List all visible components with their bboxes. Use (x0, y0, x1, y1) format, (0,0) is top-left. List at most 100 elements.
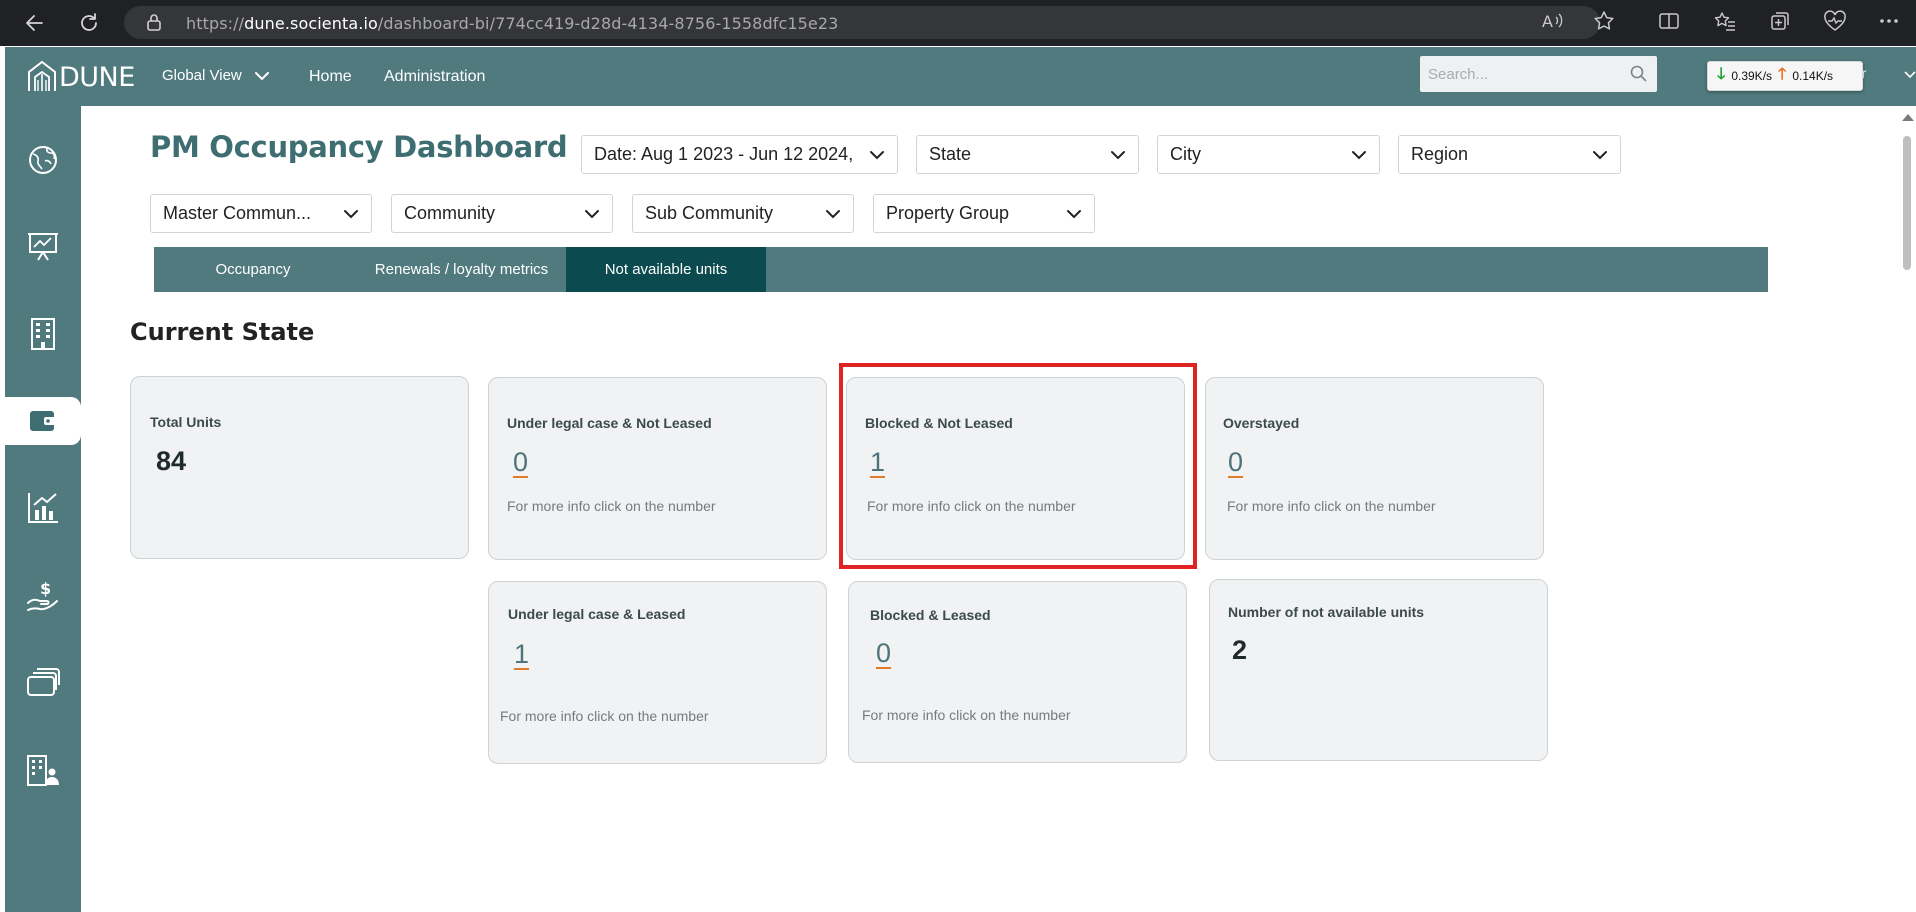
master-community-filter[interactable]: Master Commun... (150, 194, 372, 233)
dune-logo-icon (28, 60, 56, 91)
search-box (1420, 56, 1657, 92)
sub-community-filter-label: Sub Community (645, 203, 774, 223)
city-filter-label: City (1170, 144, 1201, 164)
card-label: Under legal case & Not Leased (507, 415, 712, 431)
card-value: 84 (156, 446, 187, 476)
global-view-dropdown[interactable]: Global View (162, 67, 270, 84)
upload-arrow-icon: 🡑 (1778, 65, 1787, 83)
card-hint: For more info click on the number (507, 498, 716, 514)
scroll-up-arrow-icon[interactable] (1902, 114, 1914, 121)
split-screen-icon[interactable] (1657, 9, 1681, 33)
tab-not-available-units[interactable]: Not available units (566, 247, 766, 292)
city-filter[interactable]: City (1157, 135, 1380, 174)
sidebar: $ (5, 106, 81, 912)
card-value-link[interactable]: 0 (876, 638, 891, 669)
nav-administration[interactable]: Administration (384, 68, 485, 86)
chevron-down-icon (1111, 150, 1125, 159)
card-legal-not-leased: Under legal case & Not Leased 0 For more… (488, 377, 827, 560)
read-aloud-icon[interactable]: A (1541, 9, 1565, 33)
chevron-down-icon (870, 150, 884, 159)
app-header: DUNE Global View Home Administration ige… (5, 47, 1916, 106)
section-title: Current State (130, 318, 315, 346)
card-label: Overstayed (1223, 415, 1300, 431)
presentation-chart-icon (28, 233, 58, 261)
building-person-icon (27, 755, 59, 786)
sidebar-item-tenants[interactable] (5, 747, 81, 795)
nav-home[interactable]: Home (309, 68, 352, 86)
sidebar-item-presentation[interactable] (5, 222, 81, 270)
sub-community-filter[interactable]: Sub Community (632, 194, 854, 233)
sidebar-item-screens[interactable] (5, 659, 81, 707)
chevron-down-icon (826, 209, 840, 218)
browser-health-icon[interactable] (1823, 9, 1847, 33)
download-arrow-icon: 🡓 (1717, 65, 1726, 83)
search-input[interactable] (1428, 63, 1618, 85)
hand-money-icon: $ (27, 579, 58, 611)
scrollbar[interactable] (1899, 106, 1916, 912)
browser-toolbar: https://dune.socienta.io/dashboard-bi/77… (0, 0, 1916, 46)
card-value-link[interactable]: 0 (1228, 447, 1243, 478)
card-total-units: Total Units 84 (130, 376, 469, 559)
region-filter-label: Region (1411, 144, 1469, 164)
lock-icon (146, 13, 166, 33)
card-value-link[interactable]: 0 (513, 447, 528, 478)
download-speed: 0.39K/s (1731, 69, 1773, 83)
dune-logo[interactable]: DUNE (27, 60, 135, 92)
property-group-filter-label: Property Group (886, 203, 1010, 223)
page-title: PM Occupancy Dashboard (150, 130, 568, 164)
more-options-icon[interactable] (1877, 9, 1901, 33)
scrollbar-thumb[interactable] (1903, 136, 1911, 270)
tab-renewals-loyalty[interactable]: Renewals / loyalty metrics (352, 247, 571, 292)
sidebar-item-globe[interactable] (5, 136, 81, 184)
sidebar-item-buildings[interactable] (5, 310, 81, 358)
card-hint: For more info click on the number (1227, 498, 1436, 514)
master-community-filter-label: Master Commun... (163, 203, 312, 223)
favorites-list-icon[interactable] (1713, 9, 1737, 33)
chevron-down-icon (585, 209, 599, 218)
card-label: Blocked & Leased (870, 607, 991, 623)
globe-icon (29, 146, 57, 174)
url-text: https://dune.socienta.io/dashboard-bi/77… (186, 14, 839, 33)
back-arrow-icon[interactable] (22, 10, 48, 36)
svg-text:A: A (1542, 12, 1553, 31)
region-filter[interactable]: Region (1398, 135, 1621, 174)
favorite-star-icon[interactable] (1592, 9, 1616, 33)
svg-text:$: $ (40, 579, 51, 598)
sidebar-item-wallet[interactable] (5, 397, 81, 445)
bar-chart-icon (28, 493, 58, 523)
card-hint: For more info click on the number (862, 707, 1071, 723)
sidebar-item-analytics[interactable] (5, 484, 81, 532)
state-filter-label: State (929, 144, 972, 164)
card-hint: For more info click on the number (500, 708, 709, 724)
highlight-box (839, 363, 1197, 569)
card-overstayed: Overstayed 0 For more info click on the … (1205, 377, 1544, 560)
search-icon[interactable] (1630, 65, 1647, 82)
chevron-down-icon (1067, 209, 1081, 218)
card-label: Total Units (150, 414, 222, 430)
card-value: 2 (1232, 635, 1248, 665)
sidebar-item-payments[interactable]: $ (5, 572, 81, 620)
address-bar[interactable]: https://dune.socienta.io/dashboard-bi/77… (124, 6, 1600, 39)
dashboard-tabs: Occupancy Renewals / loyalty metrics Not… (154, 247, 1768, 292)
collections-icon[interactable] (1768, 9, 1792, 33)
chevron-down-icon (1352, 150, 1366, 159)
stacked-screens-icon (27, 668, 60, 696)
upload-speed: 0.14K/s (1792, 69, 1834, 83)
property-group-filter[interactable]: Property Group (873, 194, 1095, 233)
card-label: Under legal case & Leased (508, 606, 686, 622)
card-blocked-leased: Blocked & Leased 0 For more info click o… (848, 581, 1187, 763)
reload-icon[interactable] (76, 10, 102, 36)
date-filter-label: Date: Aug 1 2023 - Jun 12 2024, (594, 144, 854, 164)
state-filter[interactable]: State (916, 135, 1139, 174)
card-legal-leased: Under legal case & Leased 1 For more inf… (488, 581, 827, 764)
card-value-link[interactable]: 1 (514, 639, 529, 670)
community-filter[interactable]: Community (391, 194, 613, 233)
wallet-icon (30, 411, 56, 431)
user-chevron-down-icon[interactable] (1904, 71, 1916, 79)
chevron-down-icon (254, 71, 269, 80)
community-filter-label: Community (404, 203, 496, 223)
date-filter[interactable]: Date: Aug 1 2023 - Jun 12 2024, (581, 135, 898, 174)
card-label: Number of not available units (1228, 604, 1425, 620)
card-not-available-total: Number of not available units 2 (1209, 579, 1548, 761)
tab-occupancy[interactable]: Occupancy (154, 247, 352, 292)
